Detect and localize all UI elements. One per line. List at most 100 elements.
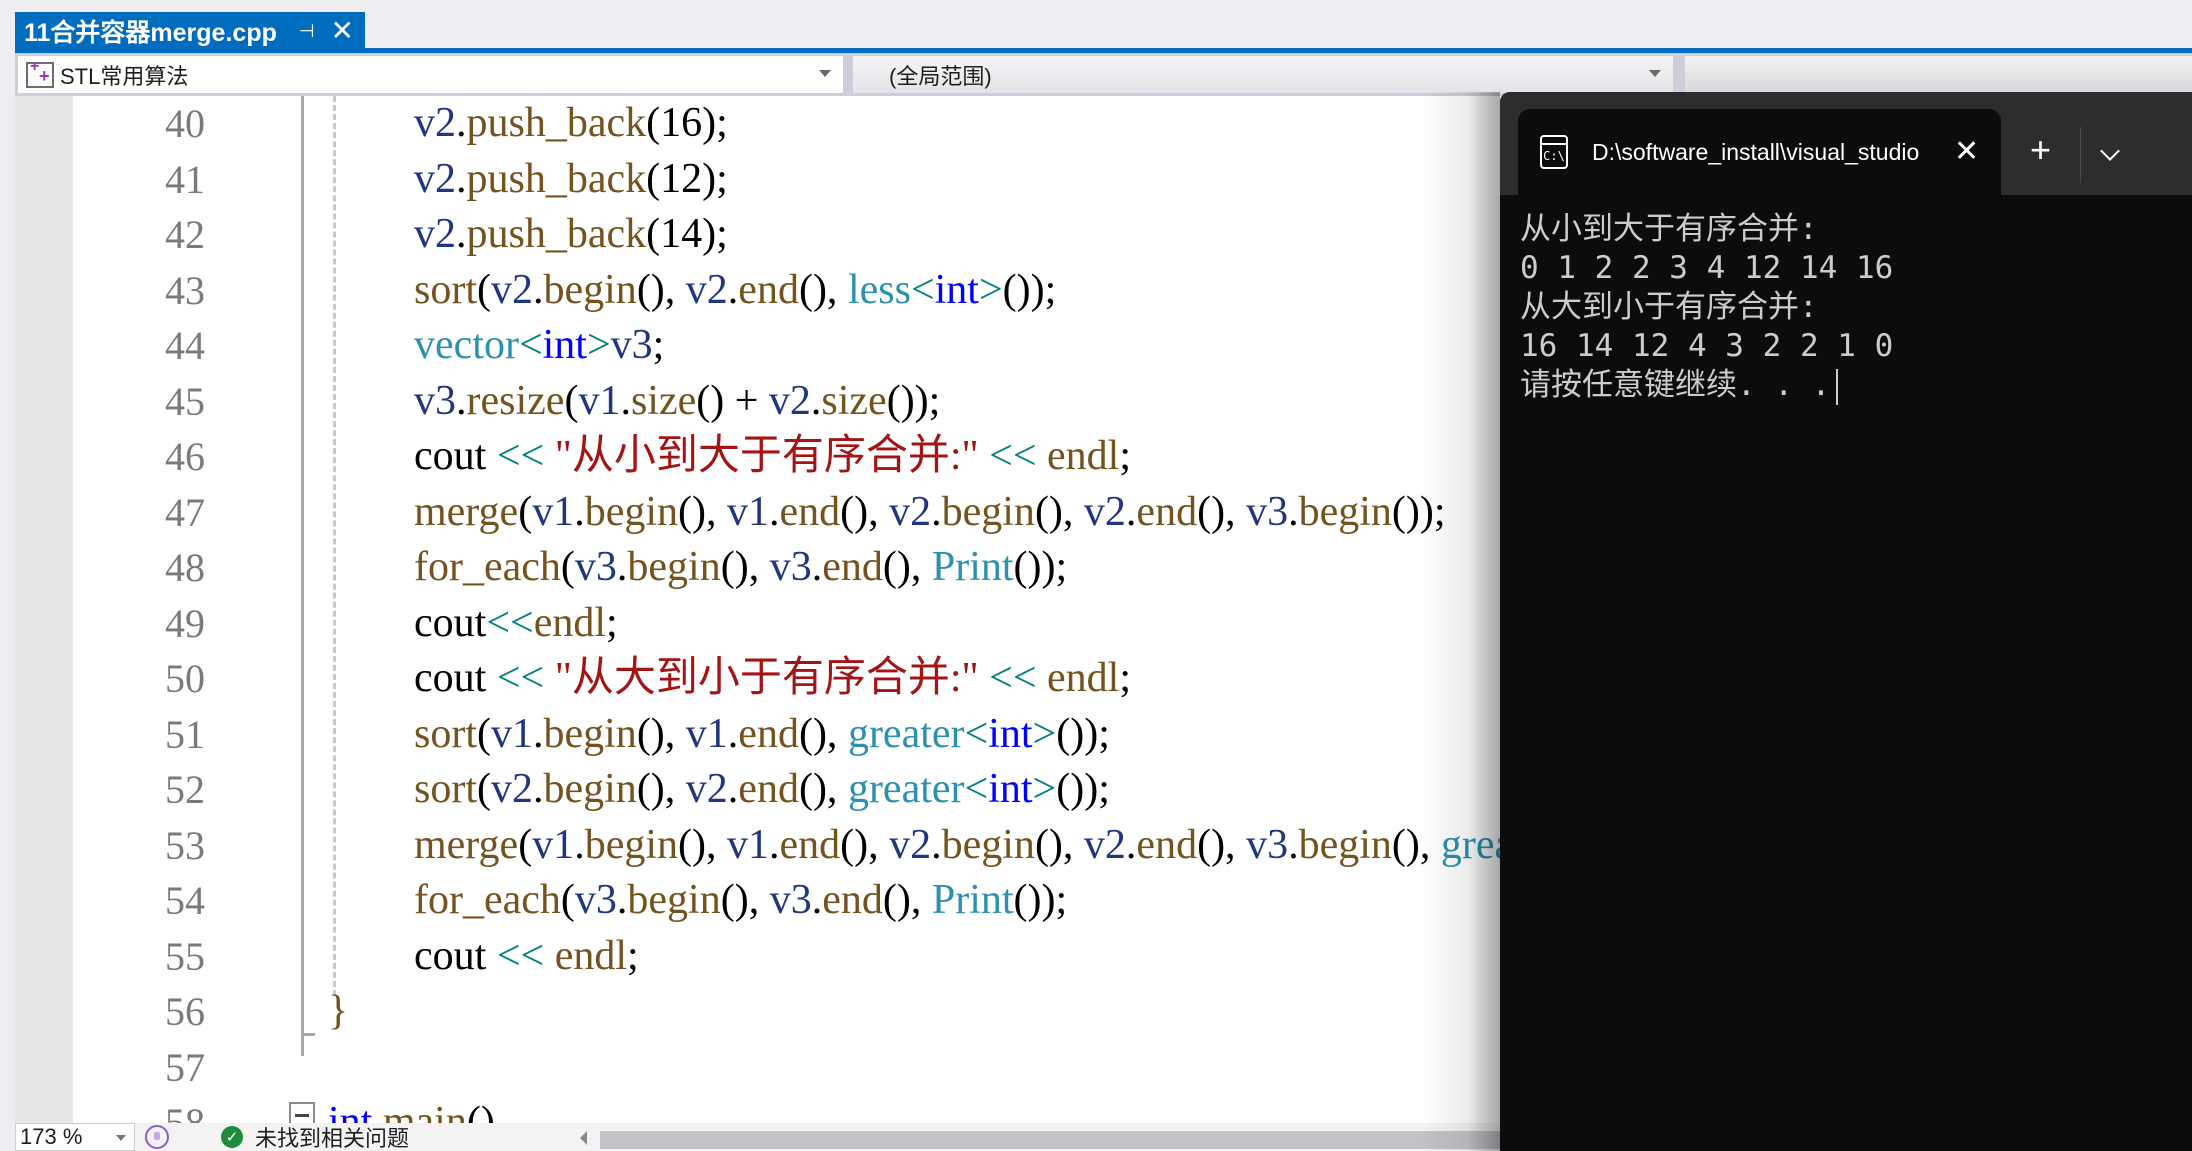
code-line[interactable]: merge(v1.begin(), v1.end(), v2.begin(), … (414, 485, 1446, 541)
document-tab[interactable]: 11合并容器merge.cpp ⊣ ✕ (15, 12, 365, 50)
code-token: push_back (466, 155, 647, 202)
code-token: < (964, 766, 989, 812)
issues-status[interactable]: 未找到相关问题 (255, 1121, 409, 1151)
terminal-output-line: 从大到小于有序合并: (1520, 288, 1893, 327)
code-token: ; (606, 599, 618, 646)
code-token: vector (414, 322, 519, 368)
code-token: } (328, 988, 349, 1034)
check-circle-icon: ✓ (221, 1126, 243, 1148)
pin-icon[interactable]: ⊣ (299, 21, 315, 42)
code-token: ; (652, 322, 665, 368)
terminal-tab-title: D:\software_install\visual_studio (1592, 138, 1920, 165)
code-token: . (768, 821, 780, 868)
code-token: . (1125, 821, 1137, 868)
window-shadow (1420, 92, 1500, 1151)
code-token: merge (414, 821, 519, 868)
code-line[interactable]: cout<<endl; (414, 596, 618, 652)
code-token: (), (636, 266, 686, 313)
code-token: "从小到大于有序合并:" (544, 433, 990, 479)
collapse-icon[interactable] (289, 1102, 315, 1123)
code-token: Print (931, 877, 1014, 923)
code-token: end (1136, 488, 1198, 535)
code-token: . (456, 155, 467, 202)
close-icon[interactable]: ✕ (1954, 137, 1979, 167)
project-dropdown-value: STL常用算法 (60, 63, 189, 89)
code-token: (), (882, 544, 932, 590)
code-token: . (811, 877, 823, 923)
code-token: greater (847, 766, 965, 812)
code-line[interactable]: cout << "从大到小于有序合并:" << endl; (414, 651, 1131, 707)
code-token: merge (414, 488, 519, 535)
code-line[interactable]: for_each(v3.begin(), v3.end(), Print()); (414, 540, 1067, 596)
code-token: v1 (532, 821, 575, 868)
code-line[interactable]: } (328, 984, 348, 1040)
code-token: () (466, 1099, 495, 1123)
code-line[interactable]: cout << endl; (414, 929, 639, 985)
terminal-output-line: 16 14 12 4 3 2 2 1 0 (1520, 327, 1893, 366)
code-line[interactable]: v3.resize(v1.size() + v2.size()); (414, 374, 940, 430)
chevron-down-icon[interactable] (2100, 141, 2120, 161)
code-token: . (533, 266, 544, 313)
code-token: v3 (1246, 488, 1289, 535)
scope-dropdown[interactable]: (全局范围) (853, 56, 1673, 93)
code-token: end (822, 544, 883, 590)
navigation-bar: STL常用算法 (全局范围) (15, 53, 2192, 96)
code-line[interactable]: v2.push_back(12); (414, 152, 728, 208)
new-tab-button[interactable]: + (2030, 132, 2051, 168)
code-line[interactable]: cout << "从小到大于有序合并:" << endl; (414, 429, 1131, 485)
intellicode-icon[interactable] (145, 1125, 169, 1149)
line-number: 43 (165, 267, 205, 313)
code-token: (), (882, 877, 932, 923)
code-token: v3 (414, 377, 456, 424)
code-token: > (1032, 710, 1057, 757)
code-token: int (988, 766, 1033, 812)
code-token: v2 (685, 266, 728, 313)
horizontal-scrollbar[interactable] (600, 1131, 1500, 1149)
terminal-tab[interactable]: C:\ D:\software_install\visual_studio ✕ (1518, 109, 2001, 195)
member-dropdown[interactable] (1685, 56, 2192, 93)
code-token: << (496, 932, 545, 979)
code-token: . (810, 377, 822, 424)
code-line[interactable]: sort(v2.begin(), v2.end(), less<int>()); (414, 263, 1056, 319)
code-token: . (811, 544, 823, 590)
code-line[interactable]: int main() (328, 1095, 495, 1123)
scroll-left-icon[interactable] (580, 1131, 587, 1145)
code-token: sort (414, 766, 477, 812)
code-token: ( (477, 766, 491, 812)
code-token: v2 (685, 766, 728, 812)
code-token: v1 (491, 710, 533, 757)
close-tab-icon[interactable]: ✕ (331, 17, 354, 45)
outline-fold-end (301, 1033, 315, 1036)
code-token: . (768, 488, 780, 535)
code-token: cout (414, 932, 497, 979)
code-line[interactable]: vector<int>v3; (414, 318, 664, 374)
code-line[interactable]: sort(v1.begin(), v1.end(), greater<int>(… (414, 707, 1110, 763)
code-token: (), (720, 877, 770, 923)
code-token: . (456, 211, 467, 257)
titlebar-divider (2080, 127, 2081, 183)
code-line[interactable]: sort(v2.begin(), v2.end(), greater<int>(… (414, 762, 1110, 818)
code-token: << (496, 655, 545, 701)
zoom-level-dropdown[interactable]: 173 % (15, 1123, 135, 1151)
code-token: begin (627, 877, 721, 923)
terminal-titlebar[interactable]: C:\ D:\software_install\visual_studio ✕ … (1500, 92, 2192, 195)
code-line[interactable]: v2.push_back(16); (414, 96, 728, 152)
code-token: begin (941, 821, 1035, 868)
terminal-output[interactable]: 从小到大于有序合并: 0 1 2 2 3 4 12 14 16 从大到小于有序合并:… (1520, 210, 1893, 405)
code-token: << (496, 433, 545, 479)
project-dropdown[interactable]: STL常用算法 (18, 56, 843, 93)
code-token: v2 (889, 488, 932, 535)
code-line[interactable]: v2.push_back(14); (414, 207, 728, 263)
code-token: v2 (414, 211, 456, 257)
code-token: . (931, 488, 942, 535)
code-line[interactable]: for_each(v3.begin(), v3.end(), Print()); (414, 873, 1067, 929)
code-token: (), (720, 544, 770, 590)
code-token: ()); (1056, 710, 1110, 757)
code-token: ; (1119, 433, 1132, 479)
code-token: size (630, 377, 697, 424)
code-token: (), (1034, 821, 1084, 868)
scope-dropdown-value: (全局范围) (889, 63, 992, 89)
code-token: sort (414, 266, 477, 313)
terminal-window[interactable]: C:\ D:\software_install\visual_studio ✕ … (1500, 92, 2192, 1151)
code-token: > (978, 266, 1003, 313)
